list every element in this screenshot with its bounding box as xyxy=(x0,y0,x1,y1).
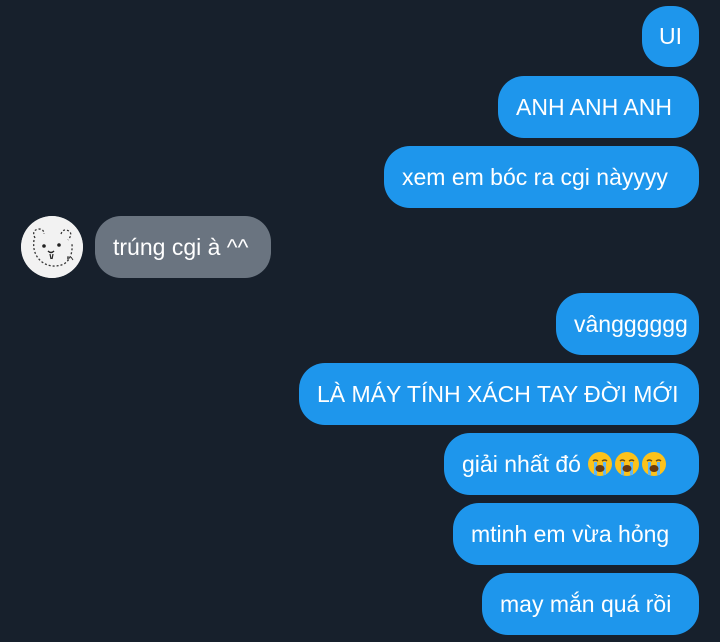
message-bubble-outgoing[interactable]: vângggggg xyxy=(556,293,699,355)
message-bubble-outgoing[interactable]: LÀ MÁY TÍNH XÁCH TAY ĐỜI MỚI xyxy=(299,363,699,425)
message-text: trúng cgi à ^^ xyxy=(113,233,249,260)
message-text: may mắn quá rồi xyxy=(500,590,672,617)
loudly-crying-face-icon xyxy=(641,452,666,476)
message-text: LÀ MÁY TÍNH XÁCH TAY ĐỜI MỚI xyxy=(317,380,679,407)
message-bubble-outgoing[interactable]: mtinh em vừa hỏng xyxy=(453,503,699,565)
avatar[interactable] xyxy=(21,216,83,278)
message-bubble-outgoing[interactable]: giải nhất đó xyxy=(444,433,699,495)
message-bubble-outgoing[interactable]: xem em bóc ra cgi nàyyyy xyxy=(384,146,699,208)
message-bubble-incoming[interactable]: trúng cgi à ^^ xyxy=(95,216,271,278)
bear-avatar-icon xyxy=(21,216,83,278)
message-text: UI xyxy=(659,23,682,49)
loudly-crying-face-icon xyxy=(587,452,612,476)
message-text: mtinh em vừa hỏng xyxy=(471,520,670,547)
message-text: xem em bóc ra cgi nàyyyy xyxy=(402,163,668,190)
message-text: giải nhất đó xyxy=(462,450,581,477)
loudly-crying-face-icon xyxy=(614,452,639,476)
message-text: vângggggg xyxy=(574,310,688,337)
message-bubble-outgoing[interactable]: UI xyxy=(642,6,699,67)
message-bubble-outgoing[interactable]: may mắn quá rồi xyxy=(482,573,699,635)
message-bubble-outgoing[interactable]: ANH ANH ANH xyxy=(498,76,699,138)
message-text: ANH ANH ANH xyxy=(516,93,672,120)
